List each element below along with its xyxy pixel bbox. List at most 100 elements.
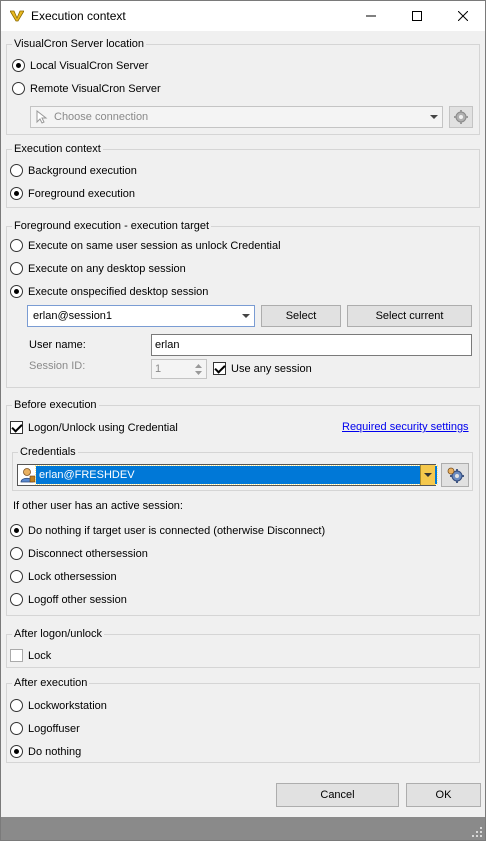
- minimize-icon: [366, 15, 376, 17]
- lock-label: Lock: [28, 649, 52, 662]
- cursor-pointer-icon: [36, 110, 48, 124]
- lock-checkbox[interactable]: Lock: [10, 649, 51, 662]
- local-server-label: Local VisualCron Server: [30, 59, 149, 72]
- after-logon-legend: After logon/unlock: [12, 628, 105, 640]
- checkbox-box: [213, 362, 226, 375]
- connection-settings-button[interactable]: [449, 106, 473, 128]
- do-nothing-connected-radio[interactable]: Do nothing if target user is connected (…: [10, 524, 325, 537]
- credential-value: erlan@FRESHDEV: [39, 469, 135, 481]
- after-do-nothing-label: Do nothing: [28, 745, 82, 758]
- user-name-label: User name:: [29, 339, 86, 351]
- required-security-link[interactable]: Required security settings: [342, 421, 469, 433]
- remote-server-radio[interactable]: Remote VisualCron Server: [12, 82, 161, 95]
- radio-dot: [12, 82, 25, 95]
- after-execution-legend: After execution: [12, 677, 90, 689]
- same-session-label: Execute on same user session as unlock C…: [28, 239, 281, 252]
- maximize-button[interactable]: [394, 1, 440, 31]
- foreground-target-legend: Foreground execution - execution target: [12, 220, 212, 232]
- select-button[interactable]: Select: [261, 305, 341, 327]
- specified-session-radio[interactable]: Execute onspecified desktop session: [10, 285, 208, 298]
- connection-combo[interactable]: Choose connection: [30, 106, 443, 128]
- lock-session-radio[interactable]: Lock othersession: [10, 570, 117, 583]
- gear-icon: [454, 110, 468, 124]
- radio-dot: [10, 262, 23, 275]
- session-id-value: 1: [155, 363, 162, 375]
- session-id-stepper[interactable]: 1: [151, 359, 207, 379]
- radio-dot: [12, 59, 25, 72]
- radio-dot: [10, 187, 23, 200]
- disconnect-session-radio[interactable]: Disconnect othersession: [10, 547, 148, 560]
- radio-dot: [10, 745, 23, 758]
- credential-selected-row: erlan@FRESHDEV: [35, 465, 438, 485]
- ok-button[interactable]: OK: [406, 783, 481, 807]
- radio-dot: [10, 722, 23, 735]
- logon-unlock-label: Logon/Unlock using Credential: [28, 421, 178, 434]
- lock-session-label: Lock othersession: [28, 570, 117, 583]
- radio-dot: [10, 547, 23, 560]
- radio-dot: [10, 285, 23, 298]
- connection-placeholder: Choose connection: [54, 111, 149, 123]
- execution-context-dialog: Execution context VisualCron Server loca…: [0, 0, 486, 841]
- close-icon: [458, 11, 468, 21]
- radio-dot: [10, 524, 23, 537]
- server-location-legend: VisualCron Server location: [12, 38, 147, 50]
- do-nothing-connected-label: Do nothing if target user is connected (…: [28, 524, 326, 537]
- cancel-button[interactable]: Cancel: [276, 783, 399, 807]
- visualcron-logo-icon: [10, 10, 24, 22]
- same-session-radio[interactable]: Execute on same user session as unlock C…: [10, 239, 281, 252]
- chevron-down-icon: [424, 473, 432, 477]
- background-execution-label: Background execution: [28, 164, 137, 177]
- title-bar: Execution context: [1, 1, 485, 31]
- foreground-execution-label: Foreground execution: [28, 187, 136, 200]
- radio-dot: [10, 699, 23, 712]
- radio-dot: [10, 593, 23, 606]
- user-name-value: erlan: [155, 339, 180, 351]
- credential-settings-button[interactable]: [441, 463, 469, 487]
- lock-workstation-radio[interactable]: Lockworkstation: [10, 699, 107, 712]
- logoff-session-radio[interactable]: Logoff other session: [10, 593, 127, 606]
- any-desktop-label: Execute on any desktop session: [28, 262, 186, 275]
- before-execution-legend: Before execution: [12, 399, 99, 411]
- any-desktop-radio[interactable]: Execute on any desktop session: [10, 262, 186, 275]
- select-current-button[interactable]: Select current: [347, 305, 472, 327]
- lock-workstation-label: Lockworkstation: [28, 699, 107, 712]
- checkbox-box: [10, 421, 23, 434]
- resize-grip-icon[interactable]: [471, 826, 483, 838]
- disconnect-session-label: Disconnect othersession: [28, 547, 148, 560]
- maximize-icon: [412, 11, 422, 21]
- gear-user-icon: [447, 467, 464, 483]
- after-logon-group: After logon/unlock: [6, 628, 480, 668]
- logoff-session-label: Logoff other session: [28, 593, 127, 606]
- local-server-radio[interactable]: Local VisualCron Server: [12, 59, 148, 72]
- use-any-session-label: Use any session: [231, 362, 312, 375]
- user-name-input[interactable]: erlan: [151, 334, 472, 356]
- session-combo-value: erlan@session1: [33, 310, 113, 322]
- window-title: Execution context: [31, 9, 126, 23]
- remote-server-label: Remote VisualCron Server: [30, 82, 161, 95]
- specified-session-label: Execute onspecified desktop session: [28, 285, 209, 298]
- radio-dot: [10, 570, 23, 583]
- logoff-user-radio[interactable]: Logoffuser: [10, 722, 80, 735]
- after-do-nothing-radio[interactable]: Do nothing: [10, 745, 81, 758]
- minimize-button[interactable]: [348, 1, 394, 31]
- radio-dot: [10, 164, 23, 177]
- close-button[interactable]: [440, 1, 486, 31]
- credential-combo[interactable]: erlan@FRESHDEV: [17, 464, 438, 486]
- spinner-arrows-icon: [195, 364, 202, 375]
- use-any-session-checkbox[interactable]: Use any session: [213, 362, 312, 375]
- logon-unlock-checkbox[interactable]: Logon/Unlock using Credential: [10, 421, 178, 434]
- status-strip: [1, 817, 485, 840]
- session-combo[interactable]: erlan@session1: [27, 305, 255, 327]
- background-execution-radio[interactable]: Background execution: [10, 164, 137, 177]
- logoff-user-label: Logoffuser: [28, 722, 80, 735]
- radio-dot: [10, 239, 23, 252]
- other-user-label: If other user has an active session:: [13, 500, 183, 512]
- credential-dropdown-button[interactable]: [420, 465, 435, 485]
- user-icon: [20, 468, 36, 483]
- execution-context-legend: Execution context: [12, 143, 103, 155]
- credentials-legend: Credentials: [18, 446, 78, 458]
- chevron-down-icon: [242, 314, 250, 318]
- checkbox-box: [10, 649, 23, 662]
- foreground-execution-radio[interactable]: Foreground execution: [10, 187, 135, 200]
- session-id-label: Session ID:: [29, 360, 86, 372]
